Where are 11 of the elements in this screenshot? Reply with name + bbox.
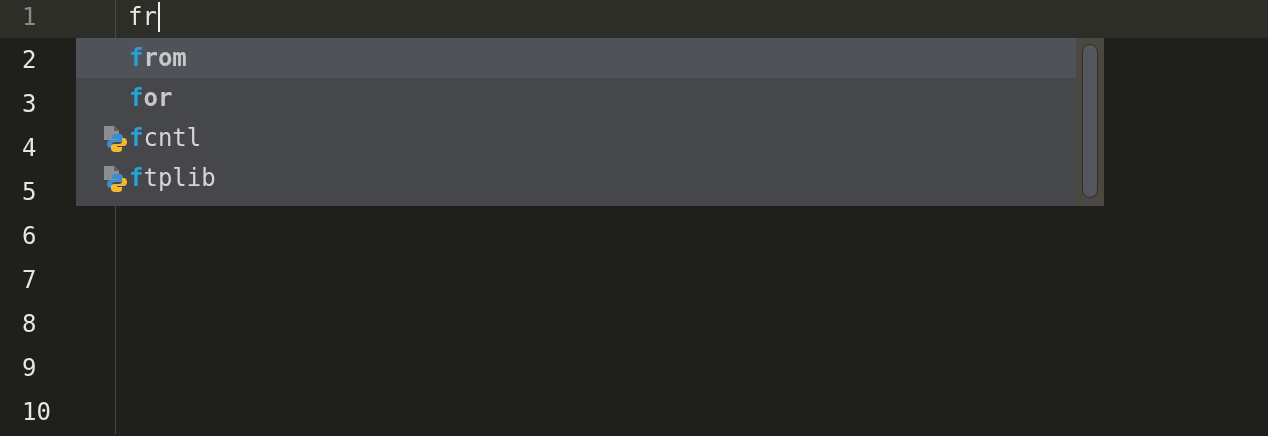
line-number: 7 [0, 258, 116, 302]
code-text: fr [128, 2, 157, 31]
python-file-icon [102, 164, 128, 192]
scrollbar[interactable] [1076, 38, 1104, 206]
completion-item[interactable]: f rom [76, 38, 1076, 78]
line-number: 10 [0, 390, 116, 434]
line-number: 9 [0, 346, 116, 390]
line-number: 6 [0, 214, 116, 258]
text-caret [157, 1, 160, 32]
line-number: 8 [0, 302, 116, 346]
python-file-icon [102, 124, 128, 152]
